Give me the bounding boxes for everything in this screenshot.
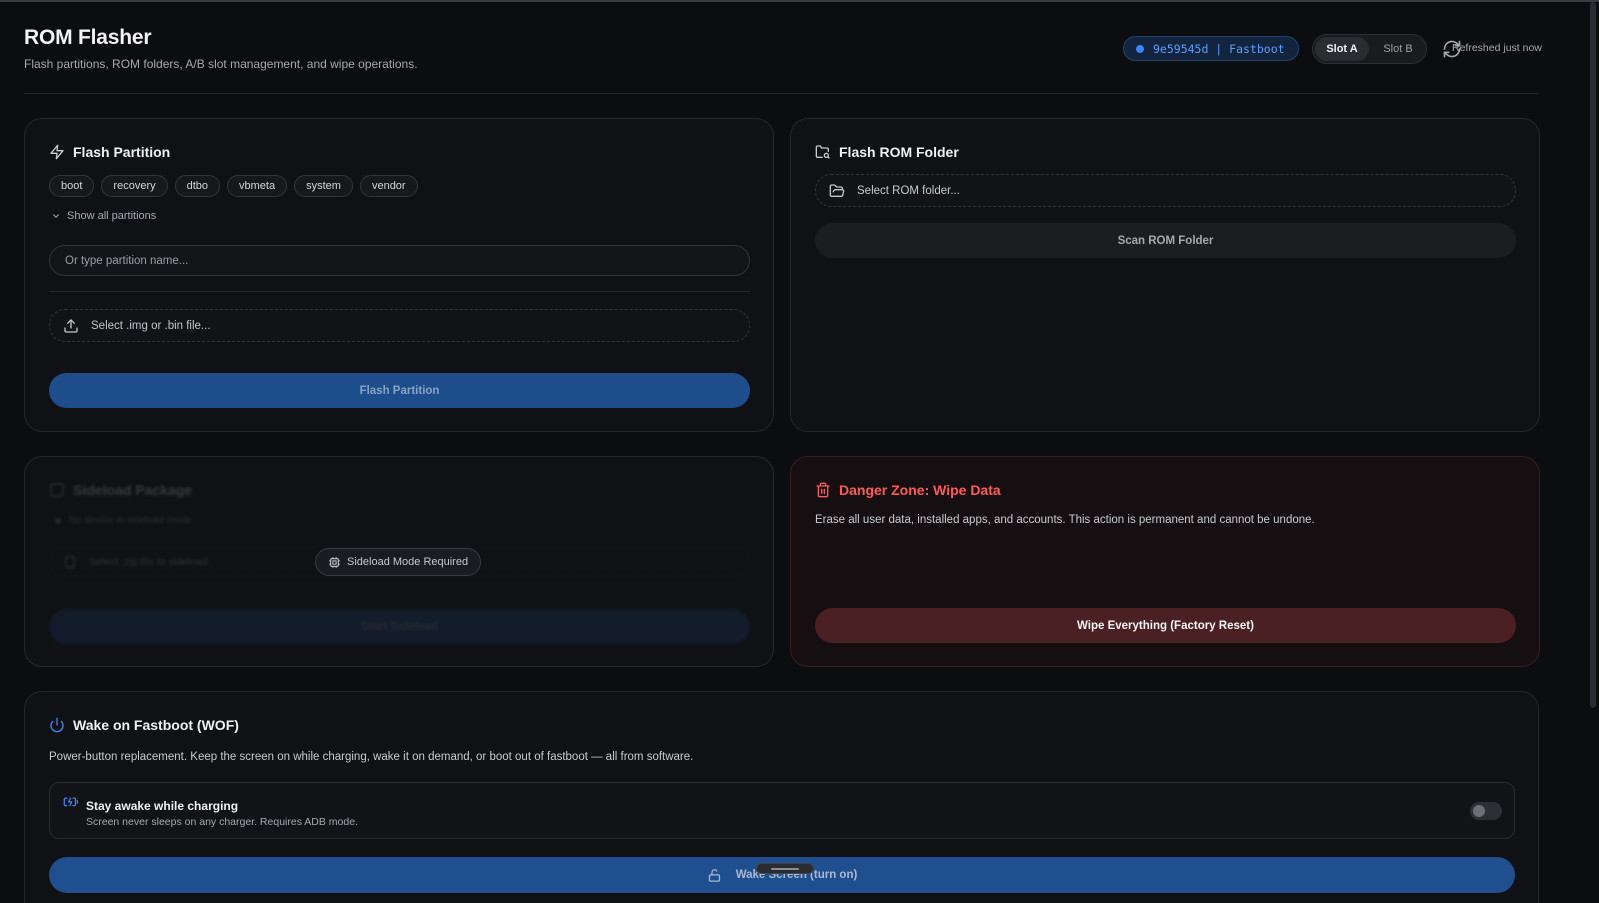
rom-folder-title-text: Flash ROM Folder bbox=[839, 144, 959, 160]
chip-system[interactable]: system bbox=[294, 175, 353, 197]
chip-boot[interactable]: boot bbox=[49, 175, 95, 197]
chip-vendor[interactable]: vendor bbox=[359, 175, 418, 197]
slot-a-button[interactable]: Slot A bbox=[1315, 37, 1369, 61]
rom-folder-picker-label: Select ROM folder... bbox=[857, 184, 960, 197]
page-subtitle: Flash partitions, ROM folders, A/B slot … bbox=[24, 57, 418, 71]
danger-zone-title: Danger Zone: Wipe Data bbox=[815, 482, 1001, 498]
partition-name-input[interactable] bbox=[49, 245, 750, 276]
chevron-down-icon bbox=[52, 214, 60, 218]
lightning-icon bbox=[50, 144, 64, 160]
stay-awake-title: Stay awake while charging bbox=[86, 799, 239, 813]
danger-zone-description: Erase all user data, installed apps, and… bbox=[815, 514, 1315, 526]
connection-dot-icon bbox=[1136, 44, 1144, 53]
flash-rom-folder-card: Flash ROM Folder Select ROM folder... Sc… bbox=[790, 118, 1540, 432]
danger-zone-title-text: Danger Zone: Wipe Data bbox=[839, 482, 1001, 498]
flash-partition-button[interactable]: Flash Partition bbox=[49, 373, 750, 408]
sideload-title-text: Sideload Package bbox=[73, 482, 193, 498]
status-dot-icon bbox=[55, 517, 61, 524]
trash-icon bbox=[816, 482, 830, 498]
sideload-card: Sideload Package No device in sideload m… bbox=[24, 456, 774, 667]
chip-icon bbox=[329, 556, 340, 568]
show-all-label: Show all partitions bbox=[67, 210, 157, 222]
folder-open-icon bbox=[829, 183, 845, 197]
wof-title: Wake on Fastboot (WOF) bbox=[49, 717, 239, 733]
unlock-icon bbox=[708, 868, 720, 882]
rom-folder-picker[interactable]: Select ROM folder... bbox=[815, 174, 1516, 207]
chip-vbmeta[interactable]: vbmeta bbox=[227, 175, 288, 197]
flash-partition-title: Flash Partition bbox=[49, 144, 170, 160]
scan-rom-folder-button[interactable]: Scan ROM Folder bbox=[815, 223, 1516, 258]
sideload-status-label: No device in sideload mode bbox=[69, 515, 192, 526]
page-title: ROM Flasher bbox=[24, 26, 152, 49]
power-icon bbox=[50, 717, 64, 733]
chip-recovery[interactable]: recovery bbox=[101, 175, 168, 197]
stay-awake-setting: Stay awake while charging Screen never s… bbox=[49, 782, 1515, 839]
battery-charging-icon bbox=[63, 797, 78, 807]
image-file-picker-label: Select .img or .bin file... bbox=[91, 319, 211, 332]
file-icon bbox=[65, 556, 75, 568]
page-header: ROM Flasher Flash partitions, ROM folder… bbox=[24, 26, 1570, 96]
upload-icon bbox=[64, 318, 78, 333]
chip-dtbo[interactable]: dtbo bbox=[174, 175, 221, 197]
window-top-border bbox=[0, 0, 1599, 2]
factory-reset-button[interactable]: Wipe Everything (Factory Reset) bbox=[815, 608, 1516, 643]
folder-search-icon bbox=[815, 145, 830, 159]
show-all-partitions-toggle[interactable]: Show all partitions bbox=[51, 210, 156, 222]
wof-description: Power-button replacement. Keep the scree… bbox=[49, 751, 694, 763]
stay-awake-toggle[interactable] bbox=[1470, 802, 1502, 820]
section-divider bbox=[49, 291, 750, 292]
rom-folder-title: Flash ROM Folder bbox=[815, 144, 959, 160]
flash-partition-card: Flash Partition boot recovery dtbo vbmet… bbox=[24, 118, 774, 432]
refresh-status: Refreshed just now bbox=[1452, 42, 1542, 54]
start-sideload-button: Start Sideload bbox=[49, 609, 750, 644]
package-icon bbox=[50, 483, 64, 497]
header-divider bbox=[24, 93, 1539, 94]
sideload-file-picker-label: Select .zip file to sideload bbox=[89, 556, 208, 568]
sideload-status: No device in sideload mode bbox=[55, 515, 192, 526]
toggle-knob bbox=[1473, 805, 1485, 817]
sideload-required-label: Sideload Mode Required bbox=[347, 556, 469, 568]
page-scrollbar[interactable] bbox=[1590, 2, 1596, 708]
sideload-title: Sideload Package bbox=[49, 482, 192, 498]
partition-chips: boot recovery dtbo vbmeta system vendor bbox=[49, 175, 418, 197]
sideload-required-badge: Sideload Mode Required bbox=[315, 548, 482, 576]
device-status-badge[interactable]: 9e59545d | Fastboot bbox=[1123, 36, 1299, 61]
wof-title-text: Wake on Fastboot (WOF) bbox=[73, 717, 239, 733]
flash-partition-title-text: Flash Partition bbox=[73, 144, 171, 160]
image-file-picker[interactable]: Select .img or .bin file... bbox=[49, 309, 750, 342]
stay-awake-subtitle: Screen never sleeps on any charger. Requ… bbox=[86, 816, 358, 828]
slot-selector: Slot A Slot B bbox=[1312, 34, 1427, 64]
device-id-label: 9e59545d | Fastboot bbox=[1153, 41, 1285, 56]
danger-zone-card: Danger Zone: Wipe Data Erase all user da… bbox=[790, 456, 1540, 667]
slot-b-button[interactable]: Slot B bbox=[1371, 37, 1425, 61]
drag-handle[interactable] bbox=[756, 863, 814, 874]
